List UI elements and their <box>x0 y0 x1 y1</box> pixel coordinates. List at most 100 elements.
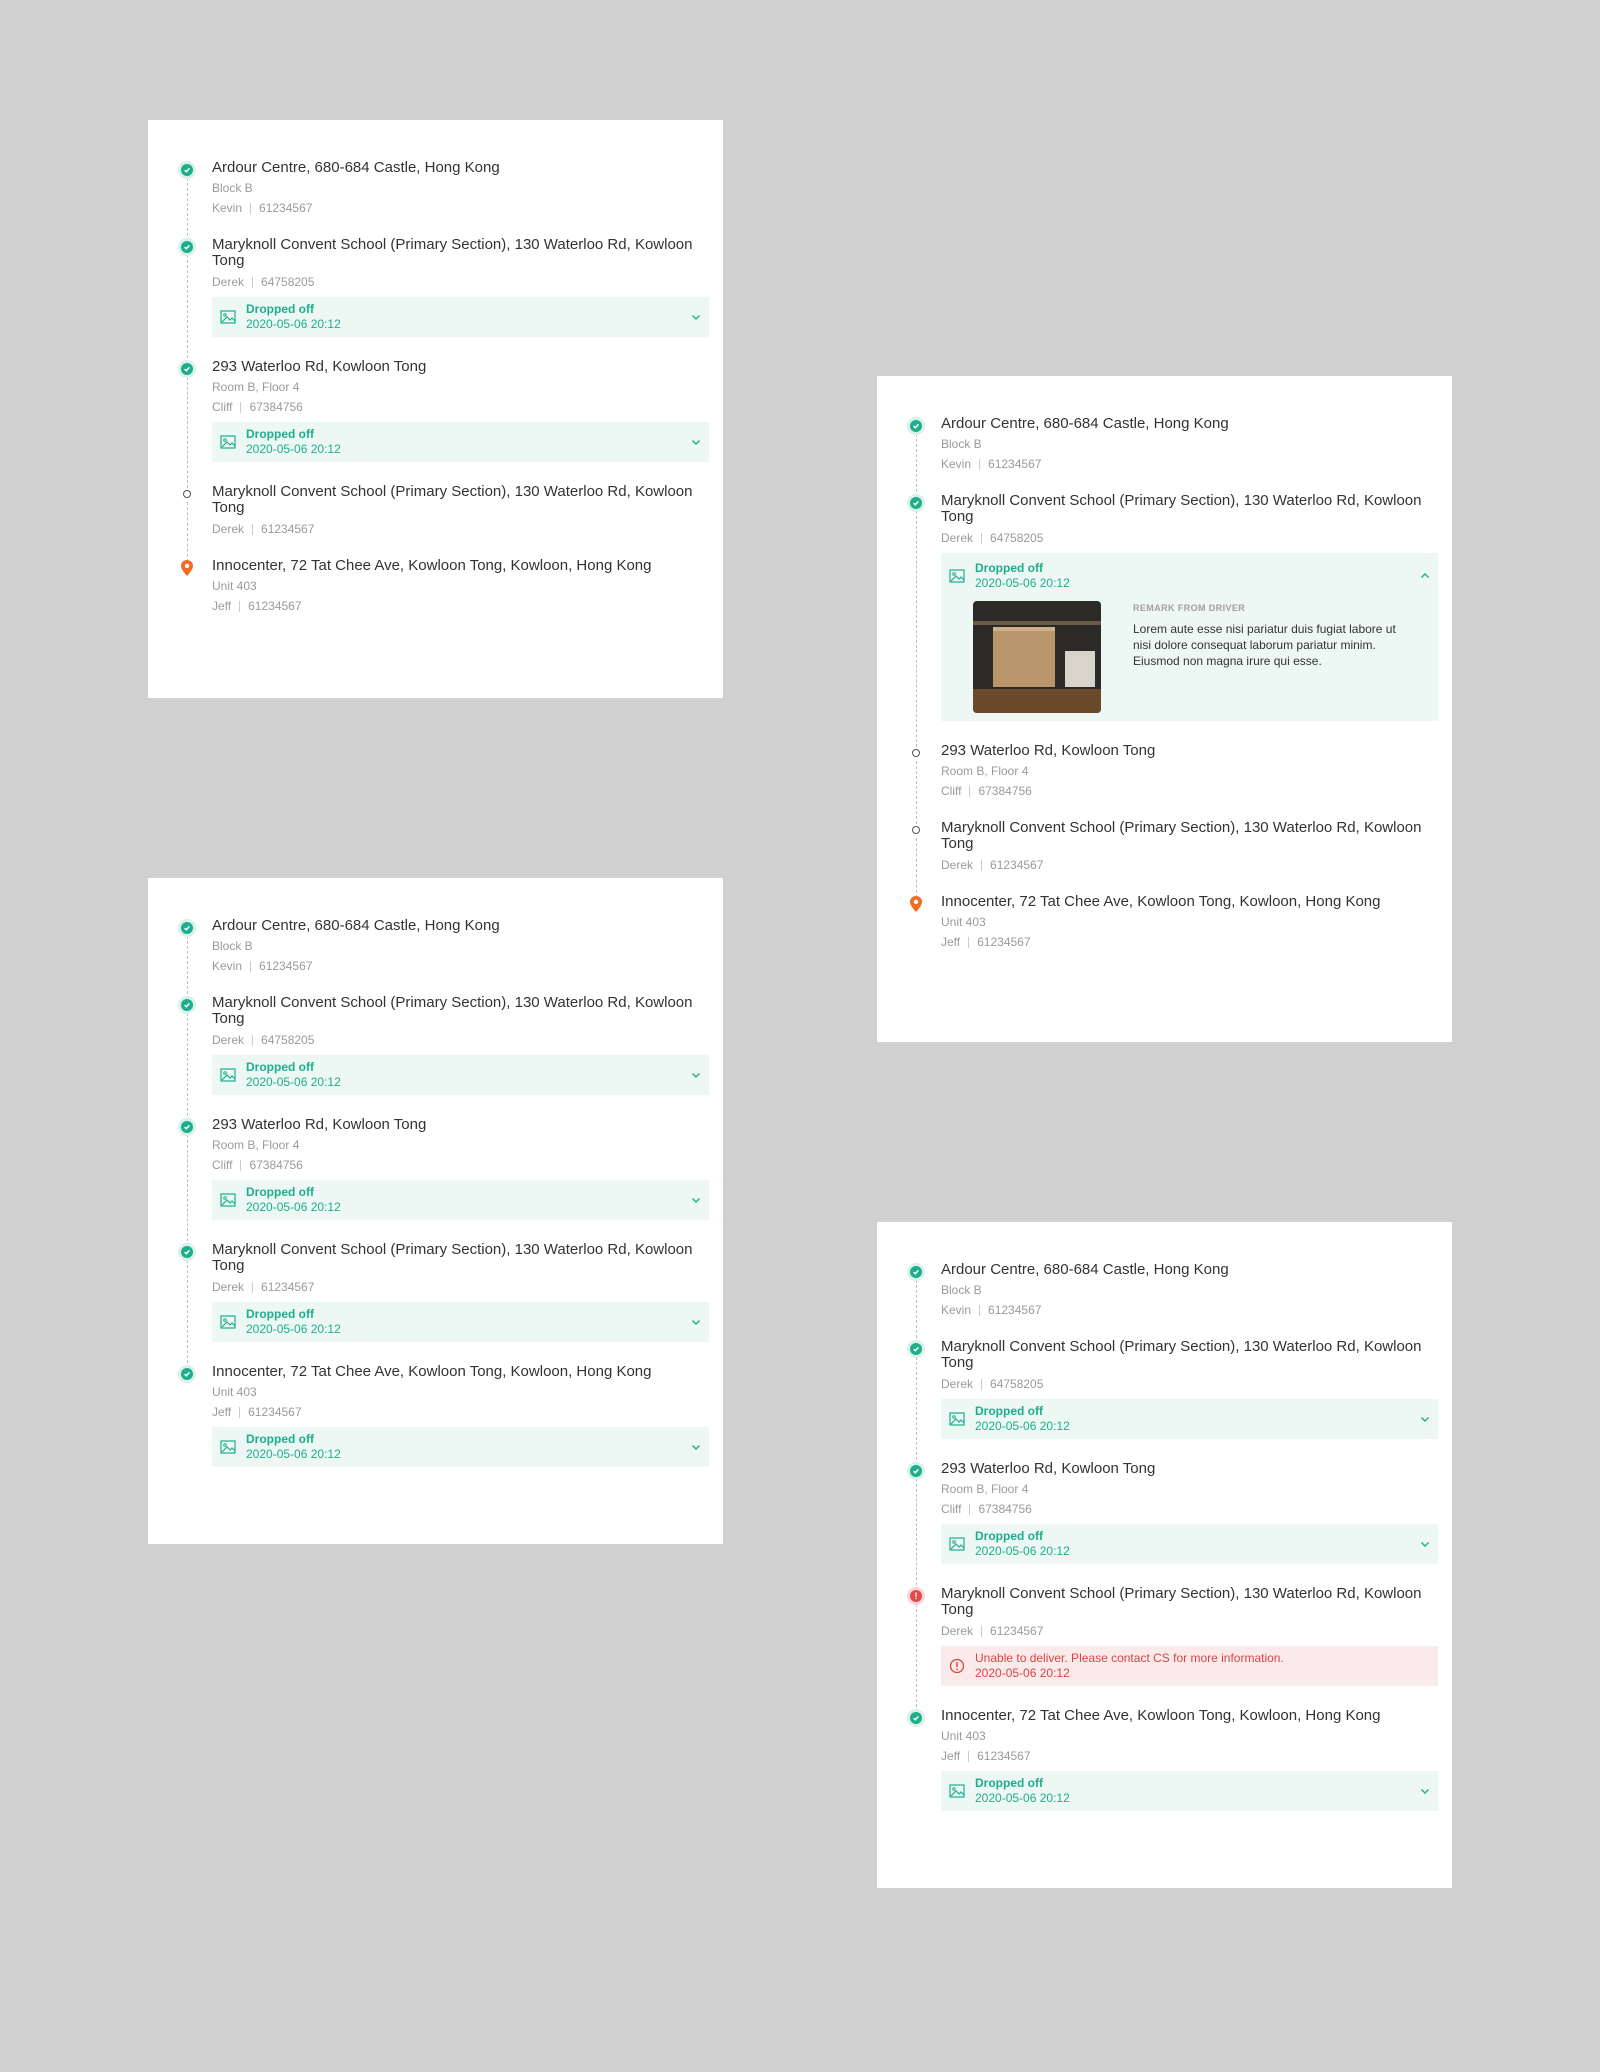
contact-name: Kevin <box>212 201 243 215</box>
driver-remark: REMARK FROM DRIVER Lorem aute esse nisi … <box>1133 601 1413 713</box>
divider <box>239 1406 241 1418</box>
timeline-connector <box>916 1479 917 1590</box>
contact-phone: 61234567 <box>988 457 1042 471</box>
map-pin-icon <box>178 559 196 577</box>
contact-phone: 64758205 <box>261 275 315 289</box>
contact-name: Derek <box>212 1280 245 1294</box>
divider <box>252 523 254 535</box>
check-circle-icon <box>178 360 196 378</box>
stop-contact: Derek 64758205 <box>212 275 709 289</box>
delivery-photo[interactable] <box>973 601 1101 713</box>
check-circle-icon <box>178 238 196 256</box>
chevron-up-icon[interactable] <box>1420 571 1430 581</box>
chevron-down-icon[interactable] <box>691 1070 701 1080</box>
status-panel[interactable]: Dropped off 2020-05-06 20:12 <box>212 297 709 337</box>
stop-item: Maryknoll Convent School (Primary Sectio… <box>178 236 709 363</box>
chevron-down-icon[interactable] <box>691 437 701 447</box>
divider <box>979 1304 981 1316</box>
stop-unit: Block B <box>212 939 253 953</box>
delivery-timeline-card: Ardour Centre, 680-684 Castle, Hong Kong… <box>877 1222 1452 1888</box>
stop-item: Innocenter, 72 Tat Chee Ave, Kowloon Ton… <box>907 1708 1438 1811</box>
delivery-timeline-card: Ardour Centre, 680-684 Castle, Hong Kong… <box>148 120 723 698</box>
check-circle-icon <box>907 1263 925 1281</box>
divider <box>969 1503 971 1515</box>
error-panel: Unable to deliver. Please contact CS for… <box>941 1646 1438 1686</box>
contact-phone: 61234567 <box>977 935 1031 949</box>
stop-address: 293 Waterloo Rd, Kowloon Tong <box>941 742 1156 759</box>
stop-address: Maryknoll Convent School (Primary Sectio… <box>212 483 693 516</box>
status-panel[interactable]: Dropped off 2020-05-06 20:12 <box>212 1055 709 1095</box>
error-message: Unable to deliver. Please contact CS for… <box>975 1651 1284 1665</box>
image-icon <box>949 1537 965 1551</box>
stop-address: 293 Waterloo Rd, Kowloon Tong <box>212 358 427 375</box>
check-circle-icon <box>907 417 925 435</box>
status-panel[interactable]: Dropped off 2020-05-06 20:12 <box>212 1302 709 1342</box>
stop-unit: Block B <box>941 1283 982 1297</box>
stop-item: Maryknoll Convent School (Primary Sectio… <box>178 483 709 562</box>
map-pin-icon <box>907 895 925 913</box>
chevron-down-icon[interactable] <box>1420 1414 1430 1424</box>
chevron-down-icon[interactable] <box>1420 1786 1430 1796</box>
contact-phone: 67384756 <box>249 1158 303 1172</box>
stop-contact: Derek 61234567 <box>212 522 709 536</box>
status-panel-expanded[interactable]: Dropped off 2020-05-06 20:12 REMARK FROM … <box>941 553 1438 721</box>
status-time: 2020-05-06 20:12 <box>246 442 341 456</box>
status-time: 2020-05-06 20:12 <box>246 1447 341 1461</box>
contact-phone: 67384756 <box>978 784 1032 798</box>
image-icon <box>949 569 965 583</box>
timeline-connector <box>916 511 917 747</box>
check-circle-icon <box>178 1365 196 1383</box>
divider <box>250 202 252 214</box>
status-panel[interactable]: Dropped off 2020-05-06 20:12 <box>212 422 709 462</box>
stop-item: Innocenter, 72 Tat Chee Ave, Kowloon Ton… <box>178 558 709 613</box>
divider <box>981 1625 983 1637</box>
stop-unit: Unit 403 <box>941 915 986 929</box>
contact-phone: 61234567 <box>261 1280 315 1294</box>
contact-name: Jeff <box>212 599 232 613</box>
stop-contact: Kevin 61234567 <box>941 457 1438 471</box>
contact-phone: 67384756 <box>249 400 303 414</box>
check-circle-icon <box>178 996 196 1014</box>
stop-item: Maryknoll Convent School (Primary Sectio… <box>907 820 1438 898</box>
stop-contact: Kevin 61234567 <box>941 1303 1438 1317</box>
divider <box>981 532 983 544</box>
stop-unit: Room B, Floor 4 <box>941 764 1029 778</box>
stop-item: 293 Waterloo Rd, Kowloon Tong Room B, Fl… <box>178 358 709 488</box>
chevron-down-icon[interactable] <box>1420 1539 1430 1549</box>
check-circle-icon <box>907 494 925 512</box>
image-icon <box>220 1315 236 1329</box>
stop-item: 293 Waterloo Rd, Kowloon Tong Room B, Fl… <box>907 1461 1438 1590</box>
status-panel[interactable]: Dropped off 2020-05-06 20:12 <box>212 1180 709 1220</box>
stop-address: Ardour Centre, 680-684 Castle, Hong Kong <box>212 159 500 176</box>
status-panel[interactable]: Dropped off 2020-05-06 20:12 <box>941 1524 1438 1564</box>
status-panel[interactable]: Dropped off 2020-05-06 20:12 <box>941 1771 1438 1811</box>
stop-item: Innocenter, 72 Tat Chee Ave, Kowloon Ton… <box>178 1364 709 1467</box>
chevron-down-icon[interactable] <box>691 1442 701 1452</box>
contact-name: Derek <box>212 275 245 289</box>
contact-name: Derek <box>941 1377 974 1391</box>
check-circle-icon <box>178 1243 196 1261</box>
status-label: Dropped off <box>975 1529 1043 1543</box>
chevron-down-icon[interactable] <box>691 1317 701 1327</box>
chevron-down-icon[interactable] <box>691 1195 701 1205</box>
stop-contact: Cliff 67384756 <box>941 784 1438 798</box>
chevron-down-icon[interactable] <box>691 312 701 322</box>
stop-contact: Kevin 61234567 <box>212 201 709 215</box>
check-circle-icon <box>178 1118 196 1136</box>
contact-name: Cliff <box>941 1502 962 1516</box>
status-label: Dropped off <box>246 1060 314 1074</box>
status-time: 2020-05-06 20:12 <box>246 1075 341 1089</box>
stop-address: Innocenter, 72 Tat Chee Ave, Kowloon Ton… <box>941 893 1381 910</box>
stop-address: Maryknoll Convent School (Primary Sectio… <box>212 236 693 269</box>
stop-unit: Block B <box>212 181 253 195</box>
timeline-connector <box>187 502 188 562</box>
hollow-dot-icon <box>907 744 925 762</box>
stop-item: Maryknoll Convent School (Primary Sectio… <box>907 1339 1438 1465</box>
status-panel[interactable]: Dropped off 2020-05-06 20:12 <box>941 1399 1438 1439</box>
status-panel[interactable]: Dropped off 2020-05-06 20:12 <box>212 1427 709 1467</box>
contact-name: Cliff <box>212 1158 233 1172</box>
stop-contact: Cliff 67384756 <box>212 1158 709 1172</box>
status-label: Dropped off <box>246 302 314 316</box>
status-label: Dropped off <box>246 1185 314 1199</box>
stop-address: Maryknoll Convent School (Primary Sectio… <box>212 994 693 1027</box>
